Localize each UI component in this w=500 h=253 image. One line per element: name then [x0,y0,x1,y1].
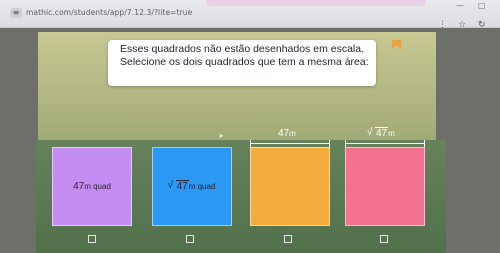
minimize-icon[interactable]: — [456,1,464,10]
extension-icon[interactable]: ⋮ [438,20,447,30]
checkbox-square-blue[interactable] [186,235,194,243]
question-card: Esses quadrados não estão desenhados em … [108,40,376,86]
restore-icon[interactable]: ▢ [478,1,486,10]
checkbox-square-pink[interactable] [380,235,388,243]
checkbox-square-purple[interactable] [88,235,96,243]
square-blue[interactable]: 47m quad [152,147,232,226]
question-line-1: Esses quadrados não estão desenhados em … [120,43,364,55]
browser-tab-strip [206,0,426,6]
side-dimension-line-4 [345,140,425,147]
side-dimension-line-3 [250,140,330,147]
square-purple[interactable]: 47m quad [52,147,132,226]
area-label-1: 47m quad [73,181,111,192]
area-label-2: 47m quad [153,180,231,192]
address-bar[interactable]: mathic.com/students/app/7.12.3/?lite=tru… [26,8,192,17]
square-orange[interactable] [250,147,330,226]
mouse-cursor-icon: ➤ [218,132,224,140]
side-length-label-4: 47m [367,127,395,139]
square-pink[interactable] [345,147,425,226]
bookmark-star-icon[interactable]: ☆ [458,20,466,30]
reload-icon[interactable]: ↻ [478,20,486,30]
side-length-label-3: 47m [278,128,296,139]
browser-toolbar: ≡ mathic.com/students/app/7.12.3/?lite=t… [0,0,500,30]
question-line-2: Selecione os dois quadrados que tem a me… [120,56,369,68]
checkbox-square-orange[interactable] [284,235,292,243]
site-settings-icon[interactable]: ≡ [10,8,22,18]
